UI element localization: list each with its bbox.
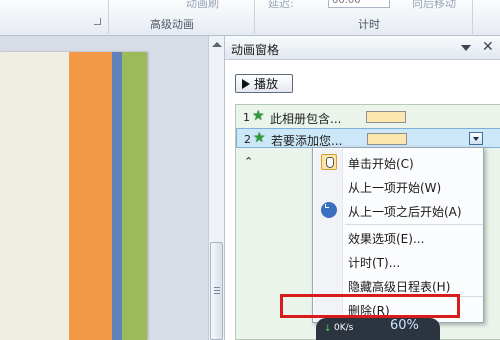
menu-item-label: 从上一项开始(W) (348, 181, 442, 195)
play-icon (242, 78, 250, 89)
red-highlight-box (280, 294, 460, 318)
mouse-click-icon (321, 154, 337, 170)
item-index: 1 (243, 111, 250, 124)
menu-item-after-previous[interactable]: 从上一项之后开始(A) (314, 199, 484, 221)
slide-canvas[interactable] (0, 52, 147, 340)
play-button[interactable]: 播放 (235, 74, 293, 93)
menu-item-label: 效果选项(E)... (348, 232, 425, 246)
play-label: 播放 (254, 77, 279, 91)
item-index: 2 (244, 133, 251, 146)
grip-line (214, 293, 220, 294)
download-arrow-icon: ↓ (324, 324, 332, 334)
pane-title-bar: 动画窗格 ✕ (225, 36, 500, 60)
menu-item-hide-advanced-timeline[interactable]: 隐藏高级日程表(H) (314, 274, 484, 296)
item-dropdown-button[interactable] (469, 132, 483, 145)
group-divider (254, 0, 255, 34)
delay-input[interactable]: 00.00 (328, 0, 390, 8)
entrance-effect-icon: ★ (253, 130, 266, 146)
menu-item-with-previous[interactable]: 从上一项开始(W) (314, 175, 484, 197)
usage-percent: 60% (390, 318, 419, 333)
pane-title: 动画窗格 (231, 43, 280, 57)
animation-item[interactable]: 1 ★ 此相册包含... (236, 107, 500, 127)
clock-icon (321, 202, 337, 218)
download-speed: 0K/s (334, 323, 354, 333)
orange-stripe[interactable] (69, 52, 112, 340)
grip-line (214, 290, 220, 291)
delay-label: 延迟: (268, 0, 294, 10)
menu-item-label: 单击开始(C) (348, 157, 414, 171)
scrollbar-thumb[interactable] (210, 242, 223, 340)
menu-item-start-on-click[interactable]: 单击开始(C) (314, 151, 484, 173)
scroll-up-icon[interactable] (212, 42, 222, 47)
close-icon[interactable]: ✕ (482, 39, 494, 55)
menu-item-timing[interactable]: 计时(T)... (314, 250, 484, 272)
move-later-button[interactable]: 向后移动 (412, 0, 456, 11)
animation-item-selected[interactable]: 2 ★ 若要添加您... (236, 128, 500, 148)
ribbon: 动画刷 延迟: 00.00 向后移动 高级动画 计时 (0, 0, 500, 36)
group-divider (108, 0, 109, 34)
timing-bar[interactable] (367, 133, 407, 145)
anim-painter-label[interactable]: 动画刷 (186, 0, 219, 11)
menu-item-label: 隐藏高级日程表(H) (348, 280, 451, 294)
network-speed-widget[interactable]: ↓ 0K/s 60% (316, 318, 440, 340)
entrance-effect-icon: ★ (252, 108, 265, 124)
dialog-launcher-icon[interactable] (94, 18, 101, 25)
expand-chevron-icon[interactable]: ⌃ (244, 155, 253, 168)
item-text: 此相册包含... (270, 112, 342, 126)
group-divider (472, 0, 473, 34)
menu-item-label: 计时(T)... (348, 256, 401, 270)
menu-item-effect-options[interactable]: 效果选项(E)... (314, 226, 484, 248)
timing-bar[interactable] (366, 111, 406, 123)
grip-line (214, 287, 220, 288)
blue-stripe[interactable] (112, 52, 122, 340)
group-label-timing: 计时 (358, 18, 380, 31)
menu-item-label: 从上一项之后开始(A) (348, 205, 462, 219)
pane-options-icon[interactable] (461, 45, 471, 51)
green-stripe[interactable] (122, 52, 147, 340)
slide-editing-area[interactable] (0, 36, 208, 340)
group-label-advanced-animation: 高级动画 (150, 18, 194, 31)
vertical-scrollbar[interactable] (208, 36, 224, 340)
menu-separator (345, 224, 483, 225)
